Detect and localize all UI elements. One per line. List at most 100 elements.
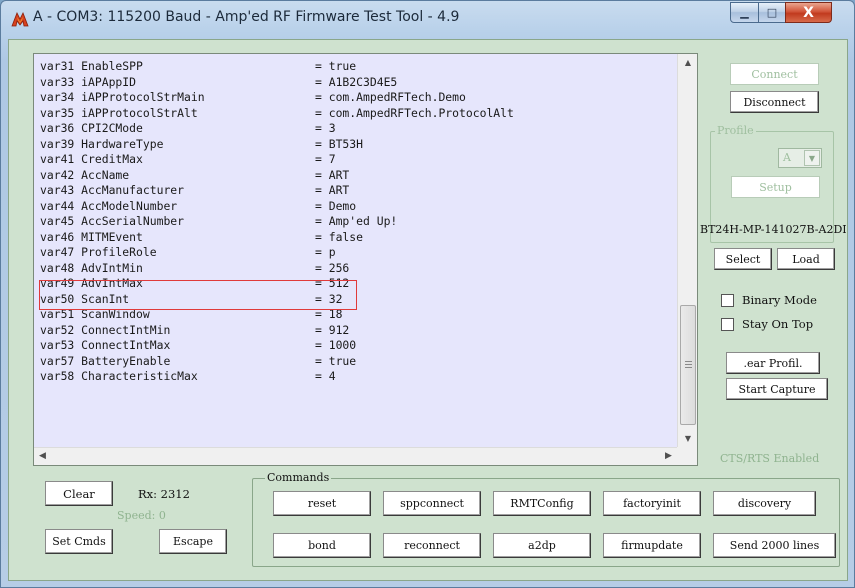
log-line-key: var44 AccModelNumber <box>40 198 178 213</box>
cmd-discovery-button[interactable]: discovery <box>713 491 816 516</box>
speed-label: Speed: 0 <box>117 509 166 522</box>
log-line: var57 BatteryEnable = true <box>34 354 677 370</box>
cmd-send-2000-lines-button[interactable]: Send 2000 lines <box>713 533 836 558</box>
log-line-key: var35 iAPProtocolStrAlt <box>40 105 198 120</box>
log-line: var58 CharacteristicMax = 4 <box>34 369 677 385</box>
log-line-key: var53 ConnectIntMax <box>40 338 171 352</box>
stay-on-top-checkbox[interactable] <box>721 317 734 331</box>
vertical-scrollbar[interactable]: ▲ ▼ <box>677 54 697 447</box>
disconnect-button[interactable]: Disconnect <box>730 91 819 113</box>
binary-mode-checkbox-row[interactable]: Binary Mode <box>721 293 817 307</box>
log-line-value: = 256 <box>315 260 350 275</box>
close-icon: X <box>803 4 814 21</box>
stay-on-top-label: Stay On Top <box>742 317 814 331</box>
cts-rts-status: CTS/RTS Enabled <box>720 452 820 465</box>
log-line-key: var45 AccSerialNumber <box>40 214 185 228</box>
log-line: var31 EnableSPP = true <box>34 59 677 75</box>
log-line: var42 AccName = ART <box>34 168 677 184</box>
cmd-a2dp-button[interactable]: a2dp <box>493 533 591 558</box>
log-line-key: var52 ConnectIntMin <box>40 322 171 337</box>
connect-button[interactable]: Connect <box>730 63 819 85</box>
log-line: var47 ProfileRole = p <box>34 245 677 261</box>
cmd-sppconnect-button[interactable]: sppconnect <box>383 491 481 516</box>
cmd-firmupdate-button[interactable]: firmupdate <box>603 533 701 558</box>
horizontal-scrollbar[interactable]: ◀ ▶ <box>34 447 677 465</box>
log-line-value: = false <box>315 229 364 244</box>
log-line-key: var34 iAPProtocolStrMain <box>40 90 205 104</box>
cmd-reset-button[interactable]: reset <box>273 491 371 516</box>
log-line-value: = 7 <box>315 152 336 166</box>
log-line: var34 iAPProtocolStrMain = com.AmpedRFTec… <box>34 90 677 106</box>
log-line: var33 iAPAppID = A1B2C3D4E5 <box>34 75 677 91</box>
maximize-icon: □ <box>766 6 778 19</box>
log-line: var41 CreditMax = 7 <box>34 152 677 168</box>
log-line: var52 ConnectIntMin = 912 <box>34 323 677 339</box>
minimize-button[interactable]: ▁ <box>730 2 759 23</box>
log-line-key: var57 BatteryEnable <box>40 353 171 368</box>
log-line-value: = 912 <box>315 322 350 337</box>
log-line-value: = com.AmpedRFTech.Demo <box>315 90 466 104</box>
cmd-bond-button[interactable]: bond <box>273 533 371 558</box>
log-line: var39 HardwareType = BT53H <box>34 137 677 153</box>
log-line: var45 AccSerialNumber = Amp'ed Up! <box>34 214 677 230</box>
app-window: A - COM3: 115200 Baud - Amp'ed RF Firmwa… <box>0 0 855 588</box>
highlight-annotation-box <box>39 280 357 310</box>
log-line: var48 AdvIntMin = 256 <box>34 261 677 277</box>
binary-mode-checkbox[interactable] <box>721 293 734 307</box>
binary-mode-label: Binary Mode <box>742 293 817 307</box>
log-panel[interactable]: var31 EnableSPP = true var33 iAPAppID = A1B… <box>33 53 698 466</box>
log-line-key: var39 HardwareType <box>40 136 164 151</box>
profile-select[interactable]: A ▼ <box>778 148 822 168</box>
start-capture-button[interactable]: Start Capture <box>726 378 828 400</box>
log-line-key: var36 CPI2CMode <box>40 121 143 135</box>
load-button[interactable]: Load <box>777 248 835 270</box>
select-button[interactable]: Select <box>714 248 772 270</box>
log-line-key: var31 EnableSPP <box>40 59 143 73</box>
log-line-value: = 4 <box>315 369 336 383</box>
scrollbar-corner <box>677 447 697 465</box>
log-line-key: var46 MITMEvent <box>40 229 143 244</box>
cmd-reconnect-button[interactable]: reconnect <box>383 533 481 558</box>
log-line-value: = true <box>315 59 357 73</box>
log-line: var36 CPI2CMode = 3 <box>34 121 677 137</box>
log-line-key: var58 CharacteristicMax <box>40 369 198 383</box>
firmware-id-label: BT24H-MP-141027B-A2DI <box>700 223 847 236</box>
vertical-scroll-thumb[interactable] <box>680 305 696 425</box>
stay-on-top-checkbox-row[interactable]: Stay On Top <box>721 317 813 331</box>
maximize-button[interactable]: □ <box>758 2 786 23</box>
clear-profile-button[interactable]: .ear Profil. <box>726 352 820 374</box>
close-button[interactable]: X <box>785 2 832 23</box>
escape-button[interactable]: Escape <box>159 529 227 554</box>
chevron-down-icon[interactable]: ▼ <box>804 150 820 166</box>
log-text-area[interactable]: var31 EnableSPP = true var33 iAPAppID = A1B… <box>34 54 677 447</box>
log-line: var44 AccModelNumber = Demo <box>34 199 677 215</box>
log-line: var35 iAPProtocolStrAlt = com.AmpedRFTech… <box>34 106 677 122</box>
setup-button[interactable]: Setup <box>731 176 820 198</box>
commands-group-label: Commands <box>265 471 332 484</box>
client-area: var31 EnableSPP = true var33 iAPAppID = A1B… <box>8 39 848 581</box>
log-line-value: = 3 <box>315 121 336 135</box>
scroll-up-arrow-icon[interactable]: ▲ <box>678 54 698 71</box>
log-line: var53 ConnectIntMax = 1000 <box>34 338 677 354</box>
profile-group-label: Profile <box>715 124 756 137</box>
log-line-value: = com.AmpedRFTech.ProtocolAlt <box>315 105 514 120</box>
log-line-key: var42 AccName <box>40 167 130 182</box>
log-line-value: = p <box>315 245 336 259</box>
scroll-left-arrow-icon[interactable]: ◀ <box>34 448 51 465</box>
log-line-value: = A1B2C3D4E5 <box>315 74 398 89</box>
log-line-value: = ART <box>315 167 350 182</box>
log-line-value: = BT53H <box>315 136 364 151</box>
title-bar: A - COM3: 115200 Baud - Amp'ed RF Firmwa… <box>1 1 854 37</box>
set-cmds-button[interactable]: Set Cmds <box>45 529 113 554</box>
window-title: A - COM3: 115200 Baud - Amp'ed RF Firmwa… <box>33 9 460 25</box>
log-line: var46 MITMEvent = false <box>34 230 677 246</box>
scroll-down-arrow-icon[interactable]: ▼ <box>678 430 698 447</box>
scroll-right-arrow-icon[interactable]: ▶ <box>660 448 677 465</box>
clear-button[interactable]: Clear <box>45 481 113 506</box>
minimize-icon: ▁ <box>740 6 749 19</box>
log-line: var43 AccManufacturer = ART <box>34 183 677 199</box>
log-line-key: var43 AccManufacturer <box>40 183 185 197</box>
log-line-value: = true <box>315 353 357 368</box>
cmd-factoryinit-button[interactable]: factoryinit <box>603 491 701 516</box>
cmd-rmtconfig-button[interactable]: RMTConfig <box>493 491 591 516</box>
